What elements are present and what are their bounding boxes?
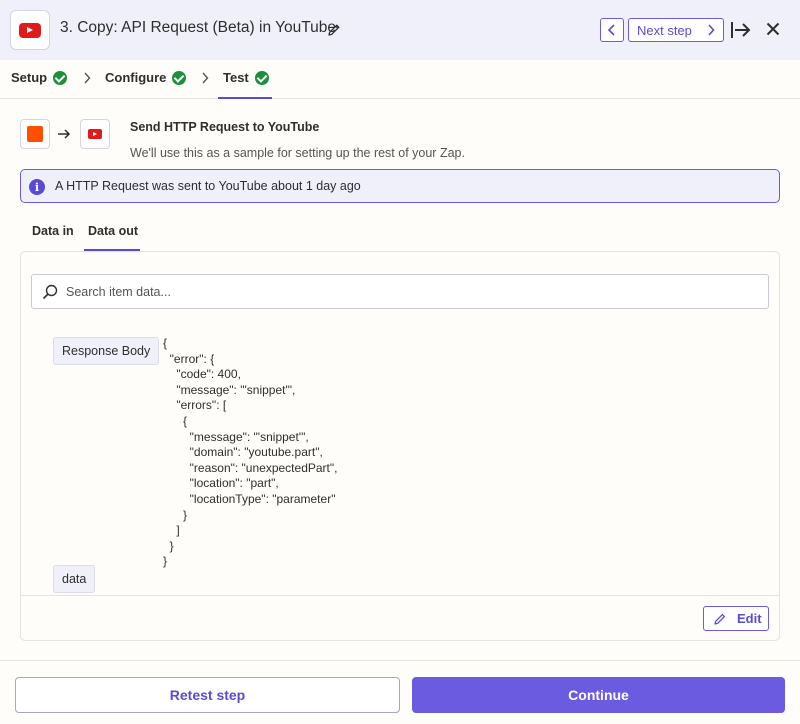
tab-data-in[interactable]: Data in	[32, 224, 74, 238]
response-body-key[interactable]: Response Body	[53, 337, 160, 365]
data-out-panel	[20, 251, 780, 641]
next-step-button[interactable]: Next step	[628, 18, 724, 42]
response-body-value: { "error": { "code": 400, "message": "'s…	[163, 336, 338, 569]
previous-step-button[interactable]	[600, 18, 624, 42]
chevron-left-icon	[607, 24, 615, 36]
edit-label: Edit	[737, 611, 762, 626]
search-box	[31, 274, 769, 309]
pencil-icon[interactable]	[326, 22, 342, 38]
step-title: 3. Copy: API Request (Beta) in YouTube	[60, 19, 337, 36]
edit-button[interactable]: Edit	[703, 606, 769, 631]
youtube-logo-icon	[19, 22, 41, 38]
zapier-square-icon	[27, 126, 43, 142]
pencil-icon	[714, 613, 726, 625]
trigger-app-icon	[20, 119, 50, 149]
app-icon	[10, 10, 50, 50]
chevron-right-icon	[202, 72, 209, 84]
chevron-right-icon	[84, 72, 91, 84]
exit-panel-icon[interactable]	[730, 20, 752, 40]
tab-setup[interactable]: Setup	[11, 70, 68, 85]
chevron-right-icon	[708, 24, 715, 36]
request-subtitle: We'll use this as a sample for setting u…	[130, 146, 465, 160]
tab-test[interactable]: Test	[223, 70, 269, 85]
continue-button[interactable]: Continue	[412, 677, 785, 713]
next-step-label: Next step	[637, 22, 692, 38]
check-circle-icon	[172, 70, 187, 85]
step-header: 3. Copy: API Request (Beta) in YouTube N…	[0, 0, 800, 60]
tab-data-out[interactable]: Data out	[88, 224, 138, 238]
tab-configure-label: Configure	[105, 70, 167, 85]
request-title: Send HTTP Request to YouTube	[130, 120, 320, 134]
close-icon[interactable]	[766, 22, 780, 36]
check-circle-icon	[53, 70, 68, 85]
data-key[interactable]: data	[53, 565, 96, 593]
info-banner: i A HTTP Request was sent to YouTube abo…	[20, 169, 780, 203]
active-tab-indicator	[218, 97, 272, 99]
search-icon	[42, 284, 58, 300]
search-input[interactable]	[66, 275, 756, 308]
tab-configure[interactable]: Configure	[105, 70, 187, 85]
panel-divider	[21, 595, 779, 596]
tab-setup-label: Setup	[11, 70, 48, 85]
info-banner-text: A HTTP Request was sent to YouTube about…	[55, 179, 361, 193]
step-tabs: Setup Configure Test	[0, 60, 800, 99]
retest-step-button[interactable]: Retest step	[15, 677, 400, 713]
check-circle-icon	[254, 70, 269, 85]
youtube-logo-icon	[88, 129, 102, 139]
arrow-right-icon	[58, 129, 71, 139]
tab-test-label: Test	[223, 70, 249, 85]
info-icon: i	[29, 179, 45, 195]
action-app-icon	[80, 119, 110, 149]
